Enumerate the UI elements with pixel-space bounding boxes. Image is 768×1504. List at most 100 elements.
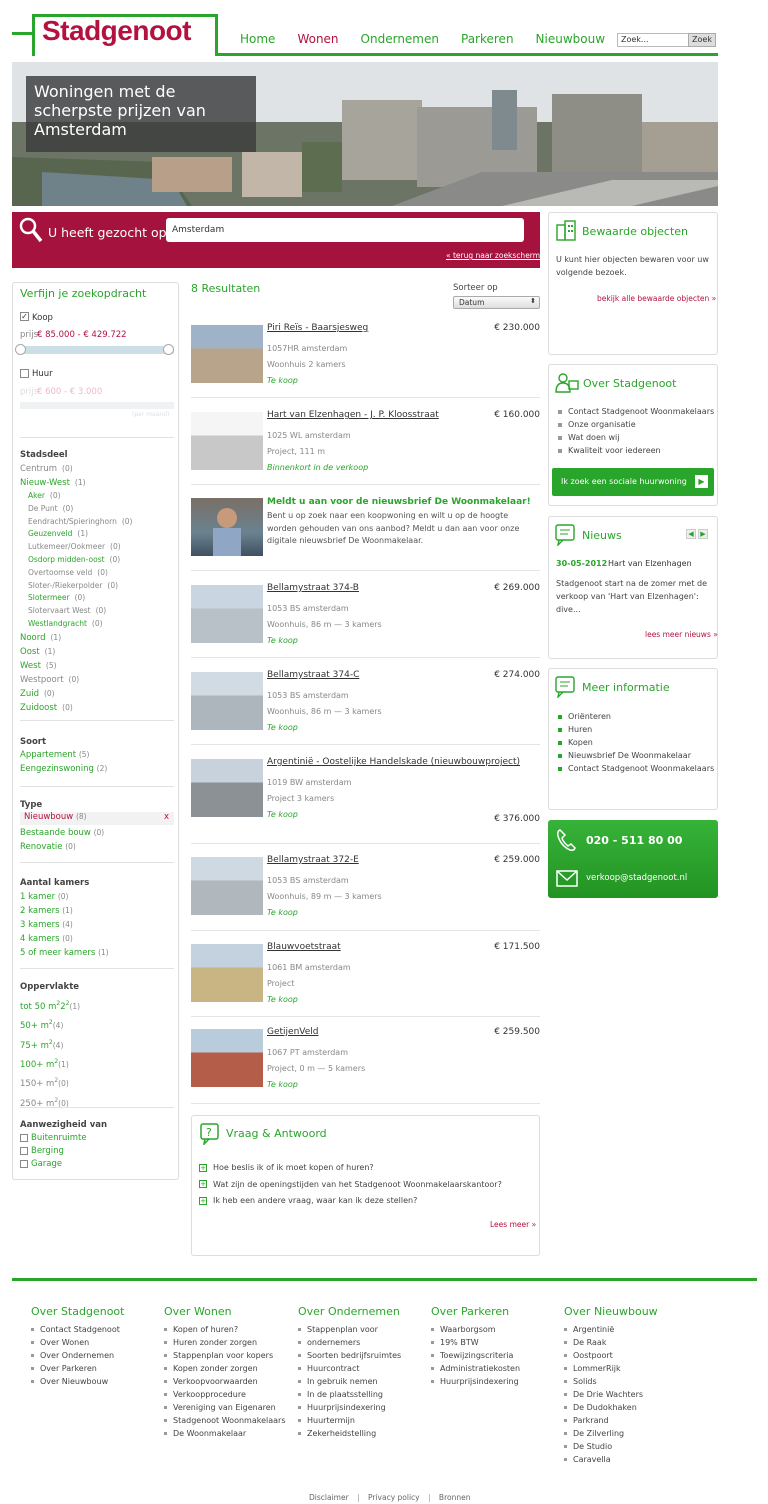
footer-link[interactable]: Huurprijsindexering — [431, 1375, 520, 1388]
info-link[interactable]: Huren — [558, 723, 714, 736]
footer-link[interactable]: Zekerheidstelling — [298, 1427, 401, 1440]
over-link[interactable]: Contact Stadgenoot Woonmakelaars — [558, 405, 714, 418]
slider-handle-min[interactable] — [15, 344, 26, 355]
filter-option-stadsdeel[interactable]: Slotervaart West (0) — [20, 605, 132, 618]
result-photo[interactable] — [191, 412, 263, 470]
filter-option-renovatie[interactable]: Renovatie (0) — [20, 840, 104, 854]
filter-option-oppervlakte[interactable]: 75+ m2(4) — [20, 1035, 80, 1054]
filter-option-oppervlakte[interactable]: 50+ m2(4) — [20, 1015, 80, 1034]
email-link[interactable]: verkoop@stadgenoot.nl — [586, 873, 687, 883]
filter-option-kamers[interactable]: 5 of meer kamers (1) — [20, 946, 109, 960]
faq-more-link[interactable]: Lees meer » — [490, 1220, 536, 1229]
result-title[interactable]: Argentinië - Oostelijke Handelskade (nie… — [267, 757, 520, 767]
nav-home[interactable]: Home — [240, 32, 275, 46]
footer-link[interactable]: Stadgenoot Woonmakelaars — [164, 1414, 285, 1427]
filter-option-kamers[interactable]: 4 kamers (0) — [20, 932, 109, 946]
footer-link[interactable]: 19% BTW — [431, 1336, 520, 1349]
filter-option-stadsdeel[interactable]: Aker (0) — [20, 490, 132, 503]
footer-link[interactable]: Argentinië — [564, 1323, 643, 1336]
news-next-icon[interactable]: ▶ — [698, 529, 708, 539]
filter-option-stadsdeel[interactable]: Nieuw-West (1) — [20, 476, 132, 490]
result-photo[interactable] — [191, 585, 263, 643]
saved-objects-link[interactable]: bekijk alle bewaarde objecten » — [597, 294, 716, 303]
koop-price-slider[interactable] — [20, 346, 174, 354]
disclaimer-link[interactable]: Disclaimer — [309, 1493, 349, 1502]
result-title[interactable]: Piri Reïs - Baarsjesweg — [267, 323, 368, 333]
filter-option-kamers[interactable]: 2 kamers (1) — [20, 904, 109, 918]
filter-option-kamers[interactable]: 3 kamers (4) — [20, 918, 109, 932]
search-button[interactable]: Zoek — [688, 33, 716, 47]
over-link[interactable]: Onze organisatie — [558, 418, 714, 431]
filter-option-kamers[interactable]: 1 kamer (0) — [20, 890, 109, 904]
footer-link[interactable]: Verkoopvoorwaarden — [164, 1375, 285, 1388]
checkbox[interactable] — [20, 1133, 28, 1142]
footer-link[interactable]: Over Ondernemen — [31, 1349, 120, 1362]
footer-link[interactable]: Huurprijsindexering — [298, 1401, 401, 1414]
news-headline[interactable]: Hart van Elzenhagen — [608, 559, 692, 568]
faq-item[interactable]: + Wat zijn de openingstijden van het Stad… — [199, 1177, 502, 1194]
result-title[interactable]: Hart van Elzenhagen - J. P. Kloosstraat — [267, 410, 439, 420]
koop-checkbox[interactable]: ✓ — [20, 312, 29, 321]
filter-option-stadsdeel[interactable]: Zuidoost (0) — [20, 701, 132, 715]
filter-option-stadsdeel[interactable]: Zuid (0) — [20, 687, 132, 701]
checkbox[interactable] — [20, 1146, 28, 1155]
footer-link[interactable]: Huurcontract — [298, 1362, 401, 1375]
filter-option-berging[interactable]: Berging — [20, 1145, 87, 1158]
sort-select[interactable]: Datum ⬍ — [453, 296, 540, 309]
filter-option-eengezinswoning[interactable]: Eengezinswoning (2) — [20, 762, 107, 776]
footer-link[interactable]: LommerRijk — [564, 1362, 643, 1375]
footer-link[interactable]: Oostpoort — [564, 1349, 643, 1362]
filter-option-stadsdeel[interactable]: Geuzenveld (1) — [20, 528, 132, 541]
filter-option-stadsdeel[interactable]: Centrum (0) — [20, 462, 132, 476]
news-prev-icon[interactable]: ◀ — [686, 529, 696, 539]
over-link[interactable]: Kwaliteit voor iedereen — [558, 444, 714, 457]
over-link[interactable]: Wat doen wij — [558, 431, 714, 444]
footer-link[interactable]: Verkoopprocedure — [164, 1388, 285, 1401]
filter-option-stadsdeel[interactable]: Westpoort (0) — [20, 673, 132, 687]
footer-link[interactable]: Stappenplan voor kopers — [164, 1349, 285, 1362]
filter-option-appartement[interactable]: Appartement (5) — [20, 748, 107, 762]
footer-link[interactable]: Kopen of huren? — [164, 1323, 285, 1336]
faq-item[interactable]: + Hoe beslis ik of ik moet kopen of huren… — [199, 1160, 502, 1177]
filter-option-stadsdeel[interactable]: Noord (1) — [20, 631, 132, 645]
info-link[interactable]: Oriënteren — [558, 710, 714, 723]
footer-link[interactable]: De Drie Wachters — [564, 1388, 643, 1401]
info-link[interactable]: Nieuwsbrief De Woonmakelaar — [558, 749, 714, 762]
result-title[interactable]: Bellamystraat 374-C — [267, 670, 359, 680]
filter-option-stadsdeel[interactable]: Overtoomse veld (0) — [20, 567, 132, 580]
filter-option-bestaande-bouw[interactable]: Bestaande bouw (0) — [20, 826, 104, 840]
footer-link[interactable]: Soorten bedrijfsruimtes — [298, 1349, 401, 1362]
footer-link[interactable]: De Studio — [564, 1440, 643, 1453]
result-photo[interactable] — [191, 857, 263, 915]
filter-option-stadsdeel[interactable]: Westlandgracht (0) — [20, 618, 132, 631]
slider-handle-max[interactable] — [163, 344, 174, 355]
logo[interactable]: Stadgenoot — [42, 15, 192, 47]
footer-link[interactable]: Vereniging van Eigenaren — [164, 1401, 285, 1414]
footer-link[interactable]: ondernemers — [298, 1336, 401, 1349]
footer-link[interactable]: Caravella — [564, 1453, 643, 1466]
phone-number[interactable]: 020 - 511 80 00 — [586, 834, 682, 847]
nav-parkeren[interactable]: Parkeren — [461, 32, 514, 46]
footer-link[interactable]: De Raak — [564, 1336, 643, 1349]
footer-col-title[interactable]: Over Ondernemen — [298, 1305, 400, 1318]
filter-option-garage[interactable]: Garage — [20, 1158, 87, 1171]
nav-ondernemen[interactable]: Ondernemen — [361, 32, 439, 46]
filter-option-oppervlakte[interactable]: tot 50 m222(1) — [20, 996, 80, 1015]
filter-option-stadsdeel[interactable]: Osdorp midden-oost (0) — [20, 554, 132, 567]
footer-link[interactable]: Parkrand — [564, 1414, 643, 1427]
nav-wonen[interactable]: Wonen — [297, 32, 338, 46]
footer-link[interactable]: De Woonmakelaar — [164, 1427, 285, 1440]
filter-option-oppervlakte[interactable]: 100+ m2(1) — [20, 1054, 80, 1073]
result-photo[interactable] — [191, 672, 263, 730]
privacy-link[interactable]: Privacy policy — [368, 1493, 420, 1502]
footer-link[interactable]: De Zilverling — [564, 1427, 643, 1440]
filter-option-stadsdeel[interactable]: Slotermeer (0) — [20, 592, 132, 605]
filter-option-buitenruimte[interactable]: Buitenruimte — [20, 1132, 87, 1145]
filter-option-stadsdeel[interactable]: Lutkemeer/Ookmeer (0) — [20, 541, 132, 554]
filter-option-oppervlakte[interactable]: 250+ m2(0) — [20, 1093, 80, 1112]
filter-selected-nieuwbouw[interactable]: Nieuwbouw (8) x — [20, 812, 174, 825]
result-title[interactable]: GetijenVeld — [267, 1027, 319, 1037]
footer-link[interactable]: De Dudokhaken — [564, 1401, 643, 1414]
result-title[interactable]: Blauwvoetstraat — [267, 942, 341, 952]
info-link[interactable]: Contact Stadgenoot Woonmakelaars — [558, 762, 714, 775]
